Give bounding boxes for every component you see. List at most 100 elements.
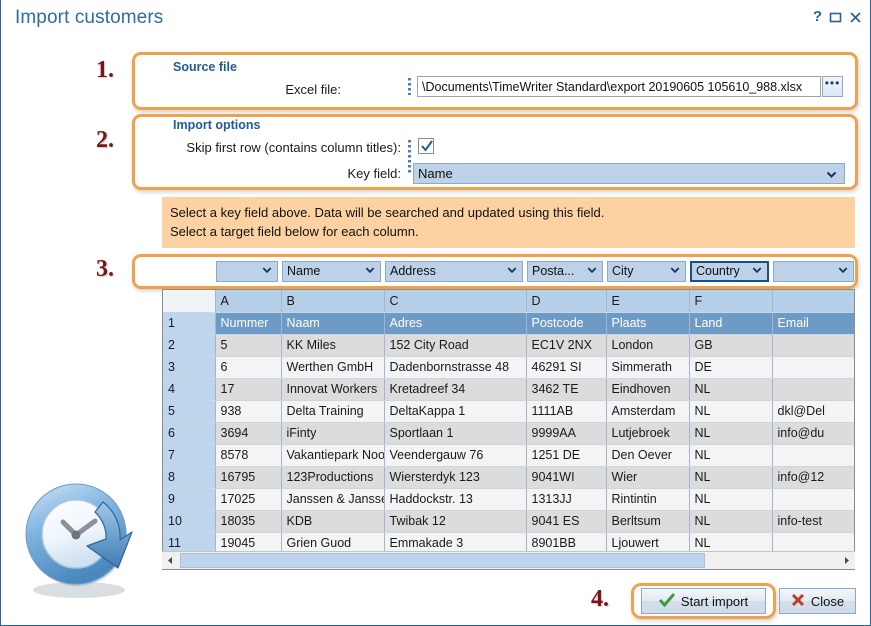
row-number[interactable]: 7 (163, 444, 216, 467)
column-header-b[interactable]: B (281, 290, 385, 313)
table-cell[interactable]: info@du (772, 422, 854, 445)
table-cell[interactable]: NL (689, 422, 773, 445)
table-cell[interactable]: 46291 SI (526, 356, 607, 379)
table-cell[interactable]: Sportlaan 1 (384, 422, 527, 445)
table-cell[interactable]: 9999AA (526, 422, 607, 445)
table-cell[interactable]: Nummer (215, 312, 282, 335)
table-row[interactable]: 5 938 Delta Training DeltaKappa 1 1111AB Amst… (163, 400, 854, 423)
row-number[interactable]: 10 (163, 510, 216, 533)
row-number[interactable]: 9 (163, 488, 216, 511)
table-cell[interactable]: 17025 (215, 488, 282, 511)
table-cell[interactable]: 3462 TE (526, 378, 607, 401)
column-header-a[interactable]: A (215, 290, 282, 313)
table-cell[interactable]: Den Oever (606, 444, 690, 467)
help-icon[interactable]: ? (813, 9, 822, 24)
table-cell[interactable]: 1251 DE (526, 444, 607, 467)
row-number[interactable]: 8 (163, 466, 216, 489)
table-cell[interactable]: NL (689, 378, 773, 401)
table-cell[interactable] (772, 334, 854, 357)
column-header-e[interactable]: E (606, 290, 690, 313)
table-row[interactable]: 78578Vakantiepark NoordVeendergauw 76125… (163, 444, 854, 467)
preview-grid[interactable]: ABCDEF 1 Nummer Naam Adres Postcode Plaats Lan… (162, 289, 855, 570)
table-cell[interactable]: Email (772, 312, 854, 335)
table-row[interactable]: 2 5 KK Miles 152 City Road EC1V 2NX London GB (163, 334, 854, 357)
maximize-icon[interactable] (829, 11, 842, 24)
table-row[interactable]: 917025Janssen & JanssenHaddockstr. 13131… (163, 488, 854, 511)
table-cell[interactable]: 938 (215, 400, 282, 423)
browse-button[interactable]: ••• (822, 76, 843, 97)
close-button[interactable]: Close (779, 588, 856, 614)
skip-first-row-checkbox[interactable] (418, 138, 434, 154)
table-cell[interactable]: 123Productions (281, 466, 385, 489)
table-cell[interactable]: Simmerath (606, 356, 690, 379)
table-cell[interactable]: Plaats (606, 312, 690, 335)
scroll-right-arrow-icon[interactable] (838, 552, 855, 569)
row-number[interactable]: 4 (163, 378, 216, 401)
table-row[interactable]: 3 6 Werthen GmbH Dadenbornstrasse 48 46291 S… (163, 356, 854, 379)
table-cell[interactable]: 1313JJ (526, 488, 607, 511)
table-cell[interactable]: Janssen & Janssen (281, 488, 385, 511)
table-cell[interactable]: 17 (215, 378, 282, 401)
table-row[interactable]: 8 16795 123Productions Wiersterdyk 123 9041W… (163, 466, 854, 489)
column-header-f[interactable]: F (689, 290, 773, 313)
table-cell[interactable]: Innovat Workers (281, 378, 385, 401)
table-cell[interactable]: Werthen GmbH (281, 356, 385, 379)
row-number[interactable]: 1 (163, 312, 216, 335)
table-row[interactable]: 6 3694 iFinty Sportlaan 1 9999AA Lutjebroek NL… (163, 422, 854, 445)
table-cell[interactable]: London (606, 334, 690, 357)
table-cell[interactable]: 8578 (215, 444, 282, 467)
table-cell[interactable]: NL (689, 400, 773, 423)
table-cell[interactable]: Lutjebroek (606, 422, 690, 445)
table-cell[interactable]: EC1V 2NX (526, 334, 607, 357)
table-cell[interactable] (772, 444, 854, 467)
row-number[interactable]: 6 (163, 422, 216, 445)
scroll-left-arrow-icon[interactable] (162, 552, 179, 569)
table-cell[interactable]: info-test (772, 510, 854, 533)
scrollbar-thumb[interactable] (180, 553, 705, 568)
table-cell[interactable]: NL (689, 510, 773, 533)
row-number[interactable]: 2 (163, 334, 216, 357)
grid-corner[interactable] (163, 290, 216, 313)
table-cell[interactable]: Haddockstr. 13 (384, 488, 527, 511)
table-cell[interactable]: DE (689, 356, 773, 379)
table-cell[interactable]: Adres (384, 312, 527, 335)
table-cell[interactable]: KDB (281, 510, 385, 533)
column-header-c[interactable]: C (384, 290, 527, 313)
table-row[interactable]: 10 18035 KDB Twibak 12 9041 ES Berltsum NL info… (163, 510, 854, 533)
table-cell[interactable]: 152 City Road (384, 334, 527, 357)
column-header-d[interactable]: D (526, 290, 607, 313)
table-cell[interactable]: NL (689, 444, 773, 467)
table-cell[interactable]: 3694 (215, 422, 282, 445)
row-number[interactable]: 5 (163, 400, 216, 423)
excel-file-input[interactable]: \Documents\TimeWriter Standard\export 20… (417, 76, 821, 97)
table-cell[interactable]: KK Miles (281, 334, 385, 357)
table-cell[interactable]: Vakantiepark Noord (281, 444, 385, 467)
table-cell[interactable]: 6 (215, 356, 282, 379)
table-cell[interactable]: iFinty (281, 422, 385, 445)
table-cell[interactable]: 18035 (215, 510, 282, 533)
row-number[interactable]: 3 (163, 356, 216, 379)
table-cell[interactable]: DeltaKappa 1 (384, 400, 527, 423)
table-cell[interactable]: 1111AB (526, 400, 607, 423)
close-icon[interactable] (849, 11, 862, 24)
table-cell[interactable]: Twibak 12 (384, 510, 527, 533)
table-cell[interactable]: Wier (606, 466, 690, 489)
table-cell[interactable]: Kretadreef 34 (384, 378, 527, 401)
table-cell[interactable]: info@12 (772, 466, 854, 489)
table-cell[interactable]: Eindhoven (606, 378, 690, 401)
table-cell[interactable]: 9041WI (526, 466, 607, 489)
table-cell[interactable]: Rintintin (606, 488, 690, 511)
table-cell[interactable]: Amsterdam (606, 400, 690, 423)
grid-horizontal-scrollbar[interactable] (162, 551, 855, 569)
table-cell[interactable]: 5 (215, 334, 282, 357)
table-cell[interactable]: 9041 ES (526, 510, 607, 533)
table-cell[interactable]: Postcode (526, 312, 607, 335)
table-cell[interactable]: Land (689, 312, 773, 335)
table-cell[interactable]: Wiersterdyk 123 (384, 466, 527, 489)
table-cell[interactable] (772, 356, 854, 379)
column-header-[interactable] (772, 290, 854, 313)
table-cell[interactable]: NL (689, 488, 773, 511)
table-cell[interactable] (772, 488, 854, 511)
table-cell[interactable]: Veendergauw 76 (384, 444, 527, 467)
table-cell[interactable]: GB (689, 334, 773, 357)
